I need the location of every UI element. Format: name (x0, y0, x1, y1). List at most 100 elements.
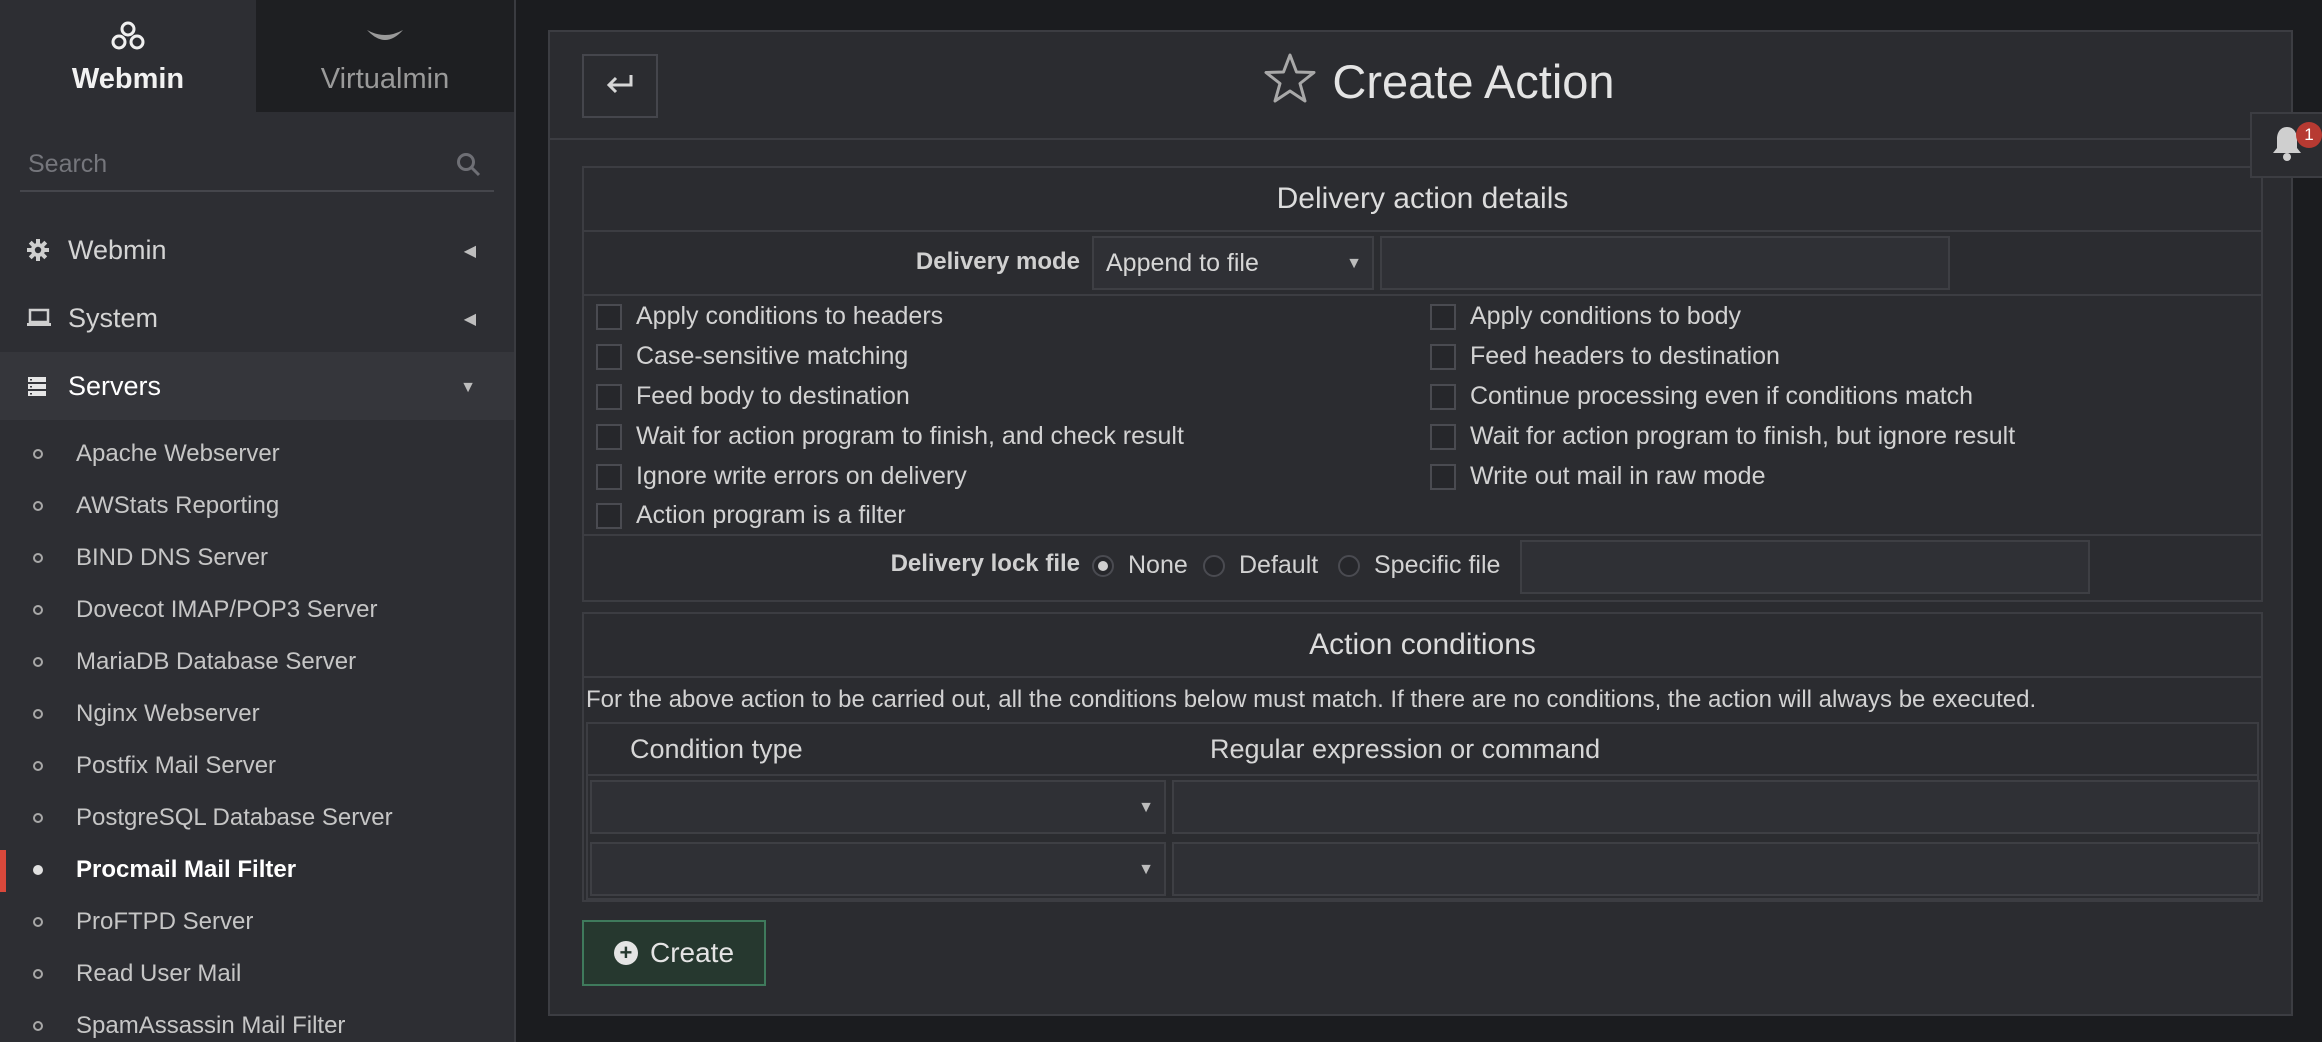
conditions-table: Condition type Regular expression or com… (586, 722, 2260, 900)
delivery-lock-row: Delivery lock file None Default Specific… (584, 536, 2261, 600)
option-label: Wait for action program to finish, and c… (636, 422, 1184, 450)
option-label: Action program is a filter (636, 501, 906, 529)
sidebar-item-postfix[interactable]: Postfix Mail Server (0, 740, 514, 792)
checkbox[interactable] (1430, 303, 1456, 330)
delivery-mode-value: Append to file (1106, 248, 1259, 277)
radio-button[interactable] (1092, 554, 1114, 577)
option-feed-body[interactable]: Feed body to destination (596, 382, 910, 411)
bullet-icon (33, 969, 43, 979)
option-case-sensitive[interactable]: Case-sensitive matching (596, 342, 908, 371)
sidebar-item-bind[interactable]: BIND DNS Server (0, 532, 514, 584)
delivery-destination-input[interactable] (1380, 236, 1950, 290)
delivery-section: Delivery action details Delivery mode Ap… (582, 166, 2263, 602)
laptop-icon (26, 308, 54, 328)
bullet-icon (33, 1021, 43, 1031)
chevron-down-icon: ▼ (460, 379, 476, 396)
sidebar-item-dovecot[interactable]: Dovecot IMAP/POP3 Server (0, 584, 514, 636)
sidebar-category-label: System (68, 302, 159, 333)
checkbox[interactable] (596, 463, 622, 490)
option-label: Apply conditions to headers (636, 302, 944, 330)
chevron-left-icon: ◀ (463, 243, 476, 260)
bullet-icon (33, 449, 43, 459)
sidebar-item-label: Dovecot IMAP/POP3 Server (76, 596, 378, 623)
sidebar-item-label: Nginx Webserver (76, 700, 260, 727)
bullet-icon (33, 657, 43, 667)
option-action-filter[interactable]: Action program is a filter (596, 501, 906, 530)
condition-type-select[interactable]: ▼ (590, 842, 1166, 896)
delivery-mode-select[interactable]: Append to file ▼ (1092, 236, 1374, 290)
sidebar-item-awstats[interactable]: AWStats Reporting (0, 480, 514, 532)
sidebar-category-webmin[interactable]: Webmin ◀ (0, 216, 514, 284)
sidebar-item-proftpd[interactable]: ProFTPD Server (0, 896, 514, 948)
notification-count-badge: 1 (2296, 122, 2322, 148)
sidebar-category-system[interactable]: System ◀ (0, 284, 514, 352)
sidebar-item-label: Apache Webserver (76, 440, 280, 467)
option-continue-processing[interactable]: Continue processing even if conditions m… (1430, 382, 1973, 411)
radio-label: None (1128, 551, 1188, 579)
checkbox[interactable] (596, 303, 622, 330)
sidebar-item-apache[interactable]: Apache Webserver (0, 428, 514, 480)
tab-webmin[interactable]: Webmin (0, 0, 256, 112)
checkbox[interactable] (596, 383, 622, 410)
servers-menu: Apache Webserver AWStats Reporting BIND … (0, 420, 514, 1042)
option-label: Continue processing even if conditions m… (1470, 382, 1974, 410)
condition-expression-input[interactable] (1172, 842, 2260, 896)
sidebar-item-read-user-mail[interactable]: Read User Mail (0, 948, 514, 1000)
conditions-description: For the above action to be carried out, … (586, 686, 2037, 713)
sidebar-item-label: SpamAssassin Mail Filter (76, 1012, 346, 1039)
bullet-icon (33, 605, 43, 615)
option-wait-ignore-result[interactable]: Wait for action program to finish, but i… (1430, 422, 2015, 451)
create-button-label: Create (649, 937, 735, 968)
radio-button[interactable] (1203, 554, 1225, 577)
star-outline-icon[interactable] (1262, 52, 1318, 111)
delivery-options: Apply conditions to headers Case-sensiti… (584, 296, 2261, 536)
caret-down-icon: ▼ (1138, 861, 1154, 878)
option-label: Case-sensitive matching (636, 342, 909, 370)
lock-option-none[interactable]: None (1092, 551, 1188, 580)
sidebar-item-mariadb[interactable]: MariaDB Database Server (0, 636, 514, 688)
search-icon[interactable] (456, 152, 482, 183)
checkbox[interactable] (1430, 383, 1456, 410)
lock-option-specific[interactable]: Specific file (1338, 551, 1500, 580)
webmin-logo-icon (109, 17, 147, 57)
sidebar-item-procmail[interactable]: Procmail Mail Filter (0, 844, 514, 896)
sidebar-item-postgresql[interactable]: PostgreSQL Database Server (0, 792, 514, 844)
gear-icon (26, 238, 54, 262)
option-apply-conditions-body[interactable]: Apply conditions to body (1430, 302, 1741, 331)
checkbox[interactable] (596, 502, 622, 529)
lock-option-default[interactable]: Default (1203, 551, 1318, 580)
notifications-button[interactable]: 1 (2250, 112, 2322, 178)
sidebar-item-nginx[interactable]: Nginx Webserver (0, 688, 514, 740)
option-feed-headers[interactable]: Feed headers to destination (1430, 342, 1780, 371)
search-input[interactable] (20, 140, 494, 188)
option-label: Ignore write errors on delivery (636, 462, 967, 490)
checkbox[interactable] (596, 423, 622, 450)
option-label: Apply conditions to body (1470, 302, 1742, 330)
sidebar-category-servers[interactable]: Servers ▼ (0, 352, 514, 420)
checkbox[interactable] (1430, 343, 1456, 370)
checkbox[interactable] (1430, 423, 1456, 450)
option-wait-check-result[interactable]: Wait for action program to finish, and c… (596, 422, 1184, 451)
sidebar-item-spamassassin[interactable]: SpamAssassin Mail Filter (0, 1000, 514, 1042)
page-title: Create Action (1332, 55, 1615, 108)
checkbox[interactable] (1430, 463, 1456, 490)
option-ignore-write-errors[interactable]: Ignore write errors on delivery (596, 462, 967, 491)
option-apply-conditions-headers[interactable]: Apply conditions to headers (596, 302, 943, 331)
conditions-section: Action conditions For the above action t… (582, 612, 2263, 902)
option-raw-mode[interactable]: Write out mail in raw mode (1430, 462, 1765, 491)
sidebar-category-label: Servers (68, 370, 162, 401)
lock-file-input[interactable] (1520, 540, 2090, 594)
server-icon (26, 375, 54, 397)
tab-virtualmin[interactable]: Virtualmin (256, 0, 514, 112)
condition-expression-input[interactable] (1172, 780, 2260, 834)
create-button[interactable]: + Create (582, 920, 766, 986)
radio-button[interactable] (1338, 554, 1360, 577)
column-regex-command: Regular expression or command (1210, 734, 1601, 764)
option-label: Feed headers to destination (1470, 342, 1780, 370)
checkbox[interactable] (596, 343, 622, 370)
sidebar-item-label: MariaDB Database Server (76, 648, 357, 675)
delivery-mode-label: Delivery mode (915, 248, 1080, 275)
bullet-icon (33, 553, 43, 563)
option-label: Write out mail in raw mode (1470, 462, 1766, 490)
condition-type-select[interactable]: ▼ (590, 780, 1166, 834)
